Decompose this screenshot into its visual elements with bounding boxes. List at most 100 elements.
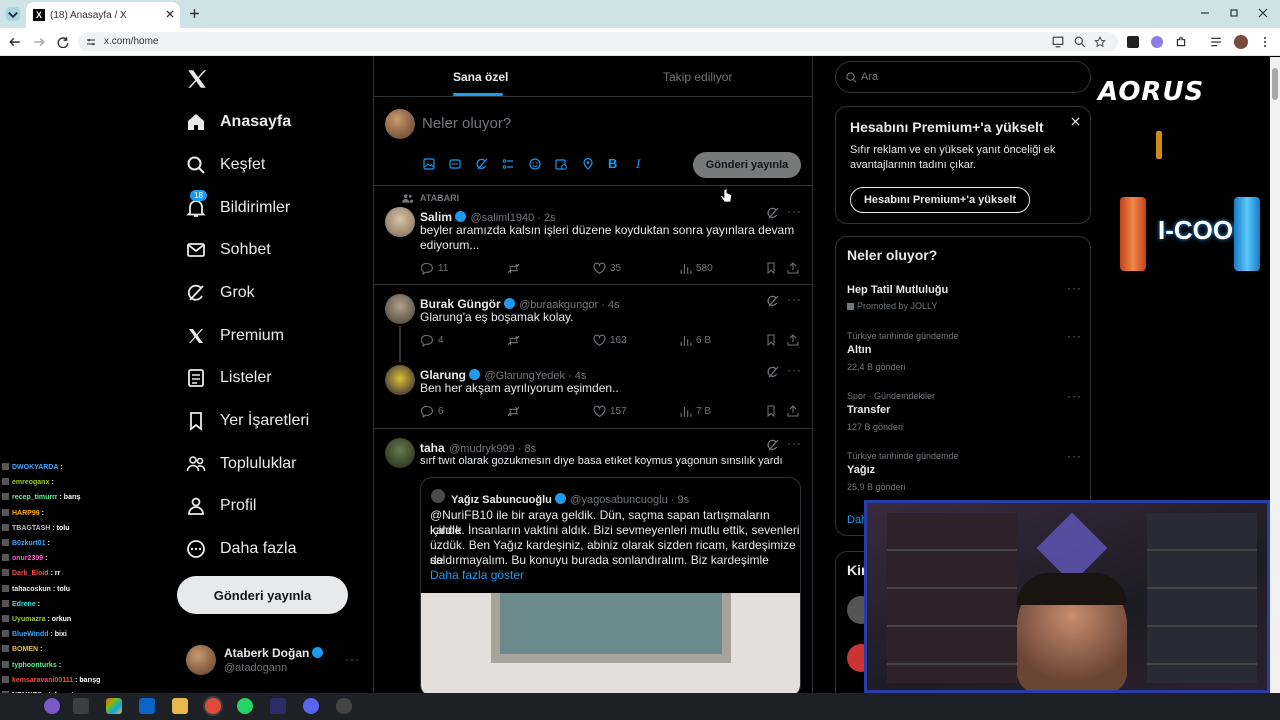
zoom-icon[interactable] xyxy=(1074,36,1086,48)
nav-explore[interactable]: Keşfet xyxy=(186,150,265,180)
compose-post-button[interactable]: Gönderi yayınla xyxy=(693,152,801,178)
like-button[interactable]: 157 xyxy=(593,405,627,418)
tweet-avatar[interactable] xyxy=(385,294,415,324)
forward-icon[interactable] xyxy=(33,36,45,48)
taskbar-app-icon[interactable] xyxy=(44,698,60,714)
tweet-author[interactable]: taha xyxy=(420,441,445,455)
like-button[interactable]: 35 xyxy=(593,262,621,275)
tab-search-button[interactable] xyxy=(6,7,20,21)
reply-button[interactable]: 4 xyxy=(421,334,444,347)
tab-following[interactable]: Takip ediliyor xyxy=(663,70,732,84)
account-avatar[interactable] xyxy=(186,645,216,675)
x-logo-icon[interactable] xyxy=(186,68,208,90)
like-button[interactable]: 163 xyxy=(593,334,627,347)
views-button[interactable]: 580 xyxy=(679,262,713,275)
trend-more-icon[interactable]: ··· xyxy=(1067,449,1082,463)
search-box[interactable]: Ara xyxy=(835,61,1091,93)
trend-more-icon[interactable]: ··· xyxy=(1067,281,1082,295)
extension-2-icon[interactable] xyxy=(1151,36,1163,48)
tweet-avatar[interactable] xyxy=(385,365,415,395)
emoji-icon[interactable] xyxy=(529,158,541,170)
tweet-more-icon[interactable]: ··· xyxy=(787,363,802,377)
tweet-avatar[interactable] xyxy=(385,438,415,468)
tweet-more-icon[interactable]: ··· xyxy=(787,436,802,450)
discord-icon[interactable] xyxy=(303,698,319,714)
grok-explain-icon[interactable] xyxy=(767,366,779,378)
views-button[interactable]: 7 B xyxy=(679,405,711,418)
retweet-button[interactable] xyxy=(507,405,520,418)
extensions-puzzle-icon[interactable] xyxy=(1175,36,1187,48)
nav-bookmarks[interactable]: Yer İşaretleri xyxy=(186,406,309,436)
composer-input[interactable]: Neler oluyor? xyxy=(422,115,511,132)
taskbar-app-icon[interactable] xyxy=(270,698,286,714)
bookmark-icon[interactable] xyxy=(765,334,777,346)
schedule-icon[interactable] xyxy=(555,158,567,170)
nav-communities[interactable]: Topluluklar xyxy=(186,449,296,479)
premium-upgrade-button[interactable]: Hesabını Premium+'a yükselt xyxy=(850,187,1030,213)
chrome-icon[interactable] xyxy=(205,698,221,714)
trend-item[interactable]: Türkiye tarihinde gündemde Altın 22,4 B … xyxy=(836,329,1092,373)
address-bar[interactable]: x.com/home xyxy=(78,32,1118,52)
minimize-icon[interactable] xyxy=(1200,8,1210,18)
views-button[interactable]: 6 B xyxy=(679,334,711,347)
quote-image[interactable] xyxy=(421,593,800,693)
tab-for-you[interactable]: Sana özel xyxy=(453,70,508,84)
close-window-icon[interactable] xyxy=(1258,8,1268,18)
nav-premium[interactable]: Premium xyxy=(186,321,284,351)
reply-button[interactable]: 11 xyxy=(421,262,448,275)
nav-profile[interactable]: Profil xyxy=(186,491,256,521)
bookmark-star-icon[interactable] xyxy=(1094,36,1106,48)
grok-explain-icon[interactable] xyxy=(767,207,779,219)
italic-icon[interactable]: I xyxy=(636,156,640,172)
account-menu-icon[interactable]: ··· xyxy=(345,652,360,666)
reply-button[interactable]: 6 xyxy=(421,405,444,418)
search-input[interactable]: Ara xyxy=(861,71,878,83)
active-tab[interactable]: X (18) Anasayfa / X xyxy=(26,2,180,28)
retweet-button[interactable] xyxy=(507,334,520,347)
tweet-author[interactable]: Burak Güngör xyxy=(420,297,501,311)
quote-tweet[interactable]: Yağız Sabuncuoğlu @yagosabuncuoglu · 9s … xyxy=(420,477,801,693)
quote-show-more-link[interactable]: Daha fazla göster xyxy=(430,568,524,583)
nav-messages[interactable]: Sohbet xyxy=(186,235,271,265)
tweet-more-icon[interactable]: ··· xyxy=(787,292,802,306)
reload-icon[interactable] xyxy=(57,36,69,48)
tweet-author[interactable]: Glarung xyxy=(420,368,466,382)
trend-item[interactable]: Türkiye tarihinde gündemde Yağız 25,9 B … xyxy=(836,449,1092,493)
nav-grok[interactable]: Grok xyxy=(186,278,255,308)
menu-kebab-icon[interactable] xyxy=(1260,36,1270,48)
scrollbar-thumb[interactable] xyxy=(1272,68,1278,100)
sidebar-post-button[interactable]: Gönderi yayınla xyxy=(177,576,348,614)
taskbar-app-icon[interactable] xyxy=(106,698,122,714)
taskbar-app-icon[interactable] xyxy=(139,698,155,714)
gif-icon[interactable] xyxy=(449,158,461,170)
folder-icon[interactable] xyxy=(172,698,188,714)
media-icon[interactable] xyxy=(423,158,435,170)
whatsapp-icon[interactable] xyxy=(237,698,253,714)
nav-notifications[interactable]: 18 Bildirimler xyxy=(186,190,290,223)
new-tab-icon[interactable] xyxy=(189,8,200,19)
restore-icon[interactable] xyxy=(1229,8,1239,18)
retweet-button[interactable] xyxy=(507,262,520,275)
profile-avatar[interactable] xyxy=(1234,35,1248,49)
nav-home[interactable]: Anasayfa xyxy=(186,107,291,137)
close-tab-icon[interactable] xyxy=(165,9,175,19)
trend-item[interactable]: Hep Tatil Mutluluğu Promoted by JOLLY ··… xyxy=(836,277,1092,313)
share-icon[interactable] xyxy=(787,334,799,346)
bookmark-icon[interactable] xyxy=(765,405,777,417)
close-icon[interactable] xyxy=(1071,117,1080,126)
nav-lists[interactable]: Listeler xyxy=(186,363,272,393)
trend-more-icon[interactable]: ··· xyxy=(1067,329,1082,343)
grok-compose-icon[interactable] xyxy=(476,158,488,170)
tweet-more-icon[interactable]: ··· xyxy=(787,204,802,218)
share-icon[interactable] xyxy=(787,262,799,274)
page-scrollbar[interactable] xyxy=(1270,57,1280,693)
back-icon[interactable] xyxy=(9,36,21,48)
grok-explain-icon[interactable] xyxy=(767,295,779,307)
tweet-avatar[interactable] xyxy=(385,207,415,237)
tweet-author[interactable]: Salim xyxy=(420,210,452,224)
tweet-context[interactable]: ATABARI xyxy=(420,193,459,203)
taskbar-app-icon[interactable] xyxy=(73,698,89,714)
bold-icon[interactable]: B xyxy=(608,156,617,171)
nav-more[interactable]: Daha fazla xyxy=(186,534,297,564)
poll-icon[interactable] xyxy=(502,158,514,170)
